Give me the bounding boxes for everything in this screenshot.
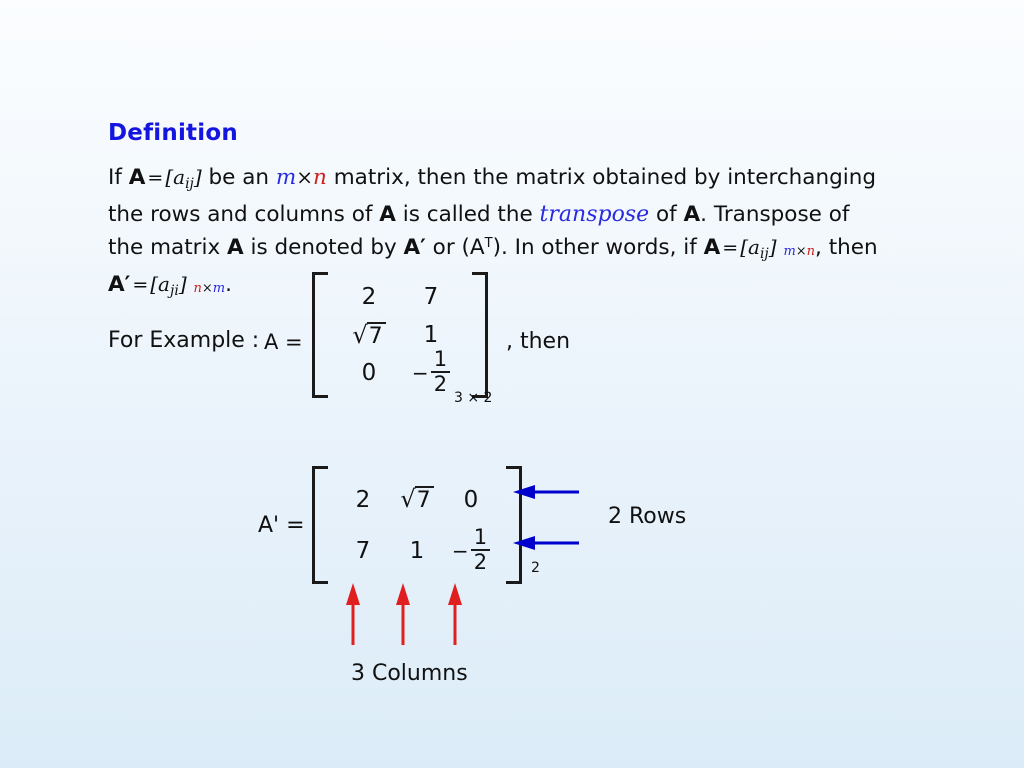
- negative-fraction-a: −1 2: [411, 349, 451, 396]
- slide-canvas: Definition If A = [aij] be an m×n matrix, …: [0, 0, 1024, 768]
- dimension-n-1: n: [313, 165, 327, 190]
- matrix-a-row-1: 2 7: [338, 278, 462, 316]
- minus-sign-at: −: [451, 538, 469, 563]
- fraction-a: 12: [430, 349, 451, 396]
- matrix-a-dimension: 3 × 2: [454, 390, 493, 406]
- subscript-n-2: n: [193, 280, 202, 296]
- fraction-at: 12: [470, 526, 491, 574]
- bracket-open-2: [: [740, 235, 749, 259]
- matrix-symbol-a-4: A: [227, 235, 244, 260]
- element-subscript-ji: ji: [169, 282, 179, 299]
- bracket-open-1: [: [165, 165, 174, 189]
- matrix-symbol-a-3: A: [683, 201, 701, 227]
- dimension-m-1: m: [275, 165, 297, 190]
- equals-sign-3: =: [132, 273, 149, 296]
- fraction-denominator-at: 2: [473, 549, 488, 574]
- def-text-7: is denoted by: [243, 235, 404, 260]
- matrix-a-cell-r3c2: −1 2: [400, 349, 462, 396]
- matrix-at-dimension: 2: [531, 560, 540, 576]
- then-label: , then: [506, 329, 571, 354]
- element-a-3: a: [158, 271, 170, 296]
- matrix-a-row-3: 0 −1 2: [338, 349, 462, 395]
- def-text-2: be an: [201, 165, 276, 190]
- a-prime-symbol-1: A′: [403, 235, 426, 260]
- def-text-1: If: [108, 165, 129, 190]
- subscript-m-1: m: [783, 244, 796, 259]
- row-arrow-1-icon: [513, 485, 579, 499]
- matrix-at-cell-r2c2: 1: [409, 537, 425, 564]
- matrix-at-row-1: 2 √ 7 0: [336, 474, 498, 525]
- matrix-a-cell-r2c2: 1: [423, 322, 439, 348]
- matrix-a-label: A =: [264, 330, 303, 354]
- matrix-at-left-bracket: [312, 466, 328, 584]
- subscript-m-2: m: [212, 280, 226, 296]
- matrix-symbol-a-5: A: [703, 235, 721, 260]
- rows-annotation-label: 2 Rows: [608, 504, 687, 529]
- matrix-symbol-a-2: A: [379, 201, 396, 227]
- bracket-open-3: [: [150, 271, 159, 296]
- matrix-a-body: 2 7 √ 7 1 0 −1 2: [328, 272, 472, 398]
- transpose-keyword: transpose: [539, 201, 650, 227]
- element-subscript-ij-2: ij: [759, 246, 769, 262]
- column-arrow-1-icon: [346, 583, 360, 645]
- matrix-a-cell-r3c1: 0: [361, 360, 377, 386]
- fraction-numerator-a: 1: [430, 349, 451, 373]
- bracket-close-2: ]: [768, 235, 777, 259]
- matrix-at-body: 2 √ 7 0 7 1 −1 2: [328, 466, 506, 584]
- matrix-a-cell-r2c1: √ 7: [338, 320, 400, 349]
- def-text-10: , then: [815, 235, 878, 260]
- column-arrow-2-icon: [396, 583, 410, 645]
- fraction-numerator-at: 1: [470, 526, 491, 551]
- def-period: .: [225, 271, 232, 297]
- matrix-at-right-bracket: [506, 466, 522, 584]
- matrix-at-cell-r1c3: 0: [463, 486, 479, 513]
- times-symbol-1: ×: [296, 165, 314, 189]
- matrix-a-cell-r1c2: 7: [423, 284, 439, 310]
- radical-sign-at: √: [400, 485, 416, 514]
- def-text-9: ). In other words, if: [492, 235, 704, 260]
- equals-sign-2: =: [722, 237, 739, 259]
- element-a-1: a: [173, 165, 186, 189]
- matrix-a-right-bracket: [472, 272, 488, 398]
- row-arrow-2-icon: [513, 536, 579, 550]
- subscript-times-2: ×: [201, 280, 213, 296]
- for-example-label: For Example :: [108, 328, 260, 353]
- matrix-a-cell-r1c1: 2: [361, 284, 377, 310]
- def-text-8: or (A: [425, 235, 485, 260]
- square-root-icon: √ 7: [352, 320, 386, 349]
- matrix-at-cell-r2c3: −1 2: [444, 526, 498, 574]
- def-text-5: of: [649, 201, 684, 227]
- a-prime-symbol-2: A′: [108, 271, 131, 297]
- element-a-2: a: [748, 235, 760, 259]
- radical-sign-a: √: [352, 320, 368, 349]
- bracket-close-1: ]: [193, 165, 202, 189]
- columns-annotation-label: 3 Columns: [351, 661, 468, 686]
- matrix-a-transpose: 2 √ 7 0 7 1 −1 2: [312, 466, 522, 584]
- def-text-4: is called the: [395, 201, 540, 227]
- superscript-t: T: [484, 236, 493, 251]
- matrix-symbol-a-1: A: [128, 165, 146, 190]
- matrix-a: 2 7 √ 7 1 0 −1 2: [312, 272, 488, 398]
- negative-fraction-at: −1 2: [451, 526, 491, 574]
- column-arrow-3-icon: [448, 583, 462, 645]
- matrix-a-transpose-label: A' =: [258, 513, 305, 538]
- bracket-close-3: ]: [178, 271, 187, 296]
- subscript-n-1: n: [806, 244, 816, 259]
- element-subscript-ij-1: ij: [185, 176, 194, 192]
- subscript-times-1: ×: [795, 244, 807, 259]
- minus-sign-a: −: [411, 361, 429, 385]
- matrix-at-cell-r1c2: √ 7: [390, 485, 444, 514]
- square-root-icon: √ 7: [400, 485, 434, 514]
- fraction-denominator-a: 2: [433, 372, 448, 396]
- radicand-at: 7: [414, 486, 434, 513]
- equals-sign-1: =: [147, 167, 164, 189]
- matrix-at-cell-r2c1: 7: [355, 537, 371, 564]
- matrix-at-cell-r1c1: 2: [355, 486, 371, 513]
- matrix-a-left-bracket: [312, 272, 328, 398]
- definition-paragraph: If A = [aij] be an m×n matrix, then the ma…: [108, 163, 880, 306]
- radicand-a: 7: [366, 321, 386, 348]
- matrix-at-row-2: 7 1 −1 2: [336, 525, 498, 576]
- page-title: Definition: [108, 120, 238, 146]
